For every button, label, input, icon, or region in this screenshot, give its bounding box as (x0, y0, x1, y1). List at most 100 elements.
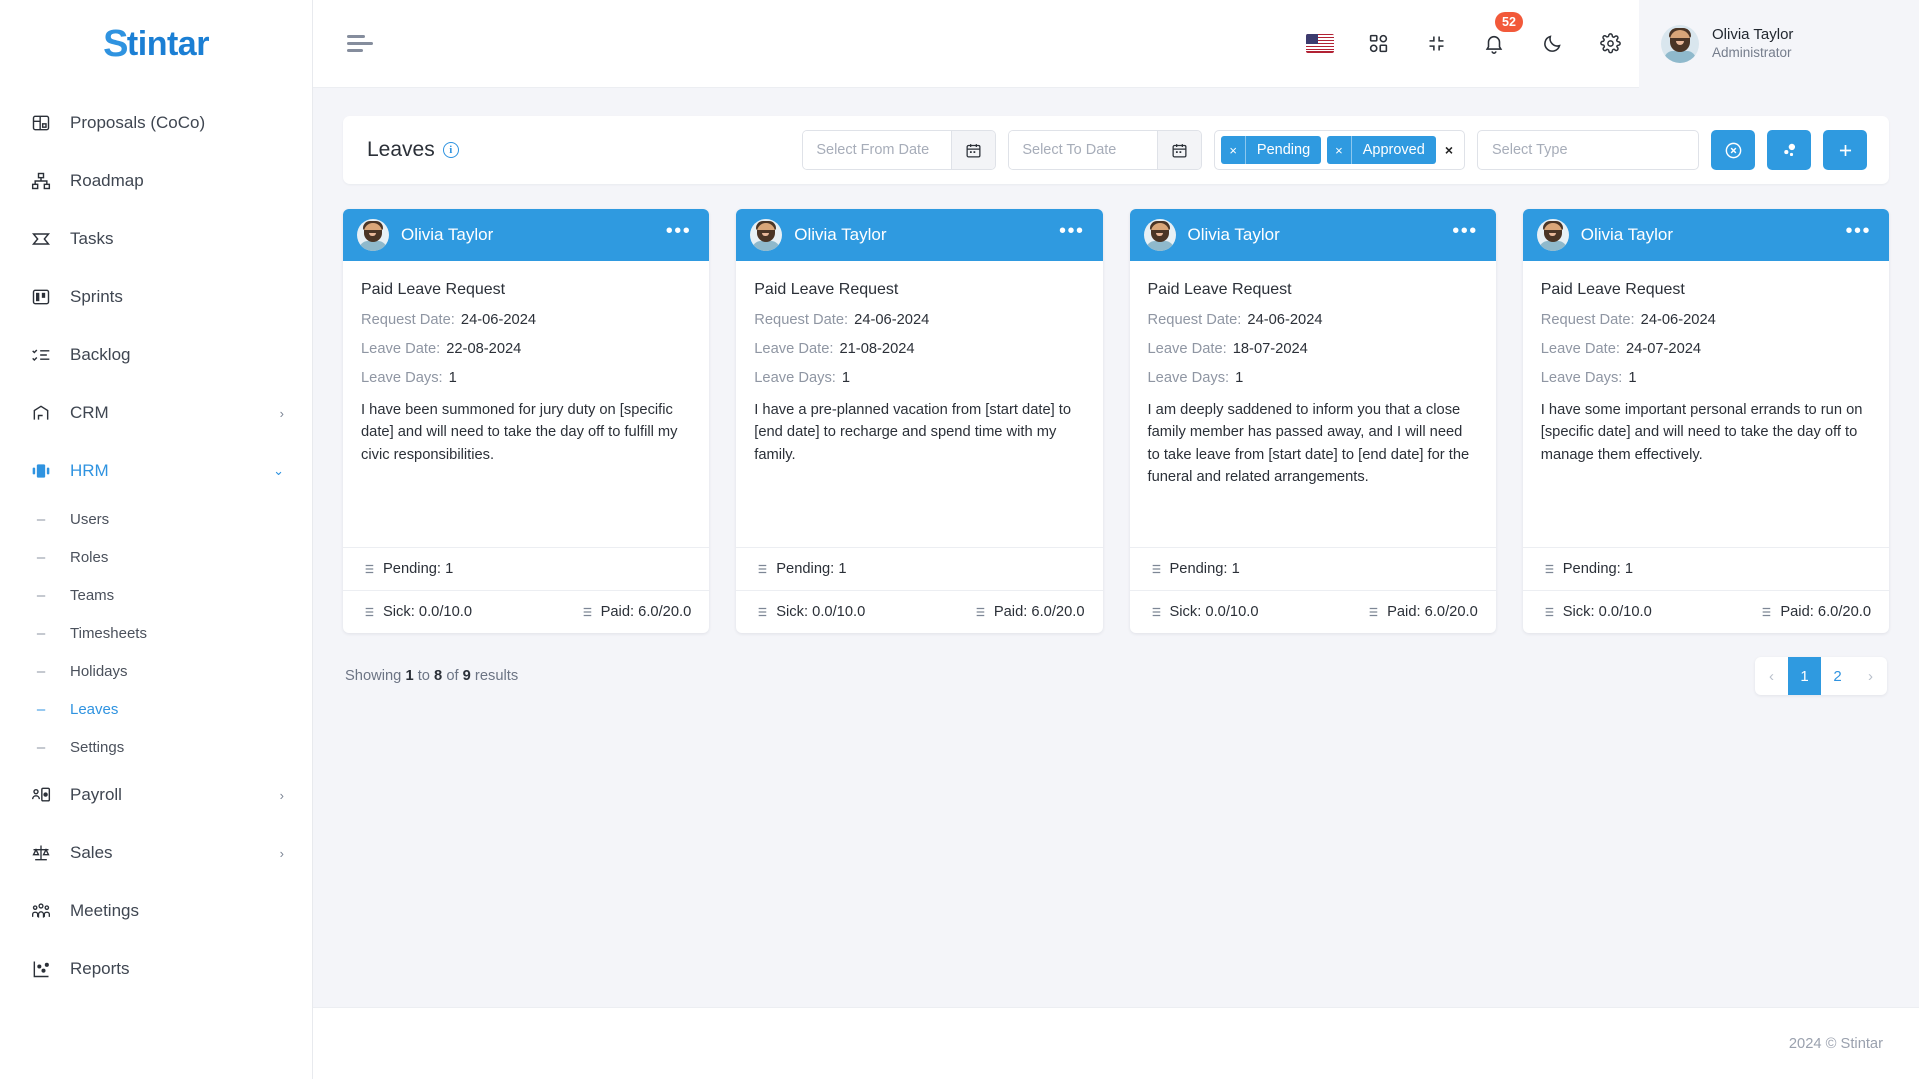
bell-icon (1485, 35, 1503, 54)
status-multiselect[interactable]: × Pending × Approved × (1214, 130, 1465, 170)
sidebar-item-holidays[interactable]: – Holidays (0, 652, 312, 690)
add-leave-button[interactable] (1823, 130, 1867, 170)
apps-grid-button[interactable] (1349, 0, 1407, 88)
sidebar-item-crm[interactable]: CRM › (0, 384, 312, 442)
chip-remove-icon[interactable]: × (1327, 136, 1352, 164)
user-profile-menu[interactable]: Olivia Taylor Administrator (1639, 0, 1919, 88)
type-input[interactable] (1492, 142, 1684, 158)
page-title: Leaves i (367, 138, 459, 162)
sidebar-item-roadmap[interactable]: Roadmap (0, 152, 312, 210)
chip-remove-icon[interactable]: × (1221, 136, 1246, 164)
leave-days-value: 1 (448, 370, 457, 386)
leave-card-menu-button[interactable]: ••• (1452, 221, 1478, 244)
sidebar-subitem-label: Settings (70, 738, 125, 756)
chevron-right-icon: › (279, 787, 284, 803)
to-date-calendar-button[interactable] (1157, 131, 1202, 169)
gear-icon (1599, 33, 1621, 54)
sidebar-item-backlog[interactable]: Backlog (0, 326, 312, 384)
sidebar-item-proposals[interactable]: Proposals (CoCo) (0, 94, 312, 152)
plus-icon (1839, 144, 1851, 156)
from-date-field[interactable] (802, 130, 997, 170)
dark-mode-toggle[interactable] (1523, 0, 1581, 88)
status-chip-pending[interactable]: × Pending (1221, 136, 1322, 164)
results-summary: Showing 1 to 8 of 9 results (345, 668, 518, 684)
next-page-button[interactable]: › (1854, 657, 1887, 695)
sidebar-item-timesheets[interactable]: – Timesheets (0, 614, 312, 652)
leave-card-menu-button[interactable]: ••• (1845, 221, 1871, 244)
topbar: 52 Olivia Taylor Administrator (313, 0, 1919, 88)
fullscreen-exit-icon (1429, 36, 1443, 51)
leave-card-user: Olivia Taylor (401, 225, 494, 244)
moon-icon (1543, 35, 1561, 52)
clear-all-icon[interactable]: × (1442, 142, 1456, 158)
sidebar-item-sales[interactable]: Sales › (0, 824, 312, 882)
leave-card-user: Olivia Taylor (1580, 225, 1674, 244)
leave-days-label: Leave Days: (1147, 370, 1230, 386)
leave-card-menu-button[interactable]: ••• (1059, 221, 1085, 244)
reset-filter-button[interactable] (1711, 130, 1755, 170)
to-date-input[interactable] (1009, 131, 1158, 169)
sidebar-item-hrm[interactable]: HRM ⌄ (0, 442, 312, 500)
status-chip-approved[interactable]: × Approved (1327, 136, 1436, 164)
pending-text: Pending: 1 (1562, 561, 1633, 577)
info-icon[interactable]: i (442, 142, 459, 158)
leave-days-label: Leave Days: (1540, 370, 1623, 386)
leave-date-label: Leave Date: (1147, 341, 1227, 357)
leave-card-menu-button[interactable]: ••• (666, 221, 692, 244)
sidebar-item-tasks[interactable]: Tasks (0, 210, 312, 268)
sick-text: Sick: 0.0/10.0 (1169, 604, 1259, 620)
sidebar-item-label: Reports (70, 959, 130, 978)
sidebar-item-reports[interactable]: Reports (0, 940, 312, 998)
sidebar-item-payroll[interactable]: Payroll › (0, 766, 312, 824)
sidebar-subitem-label: Holidays (70, 662, 128, 680)
from-date-calendar-button[interactable] (951, 131, 996, 169)
page-button-1[interactable]: 1 (1788, 657, 1821, 695)
showing-prefix: Showing (345, 668, 402, 684)
leave-card-user: Olivia Taylor (1187, 225, 1280, 244)
language-selector[interactable] (1291, 0, 1349, 88)
leave-reason: I am deeply saddened to inform you that … (1147, 402, 1470, 486)
pending-stat: Pending: 1 (754, 561, 846, 577)
sidebar-item-leaves[interactable]: – Leaves (0, 690, 312, 728)
leave-card-header: Olivia Taylor ••• (343, 209, 710, 261)
sidebar-item-roles[interactable]: – Roles (0, 538, 312, 576)
proposals-icon (30, 112, 52, 134)
footer: 2024 © Stintar (313, 1007, 1919, 1079)
settings-button[interactable] (1581, 0, 1639, 88)
menu-toggle-button[interactable] (347, 31, 373, 56)
paid-text: Paid: 6.0/20.0 (1780, 604, 1871, 620)
sick-text: Sick: 0.0/10.0 (776, 604, 866, 620)
fullscreen-toggle-button[interactable] (1407, 0, 1465, 88)
avatar (1661, 24, 1699, 63)
from-date-input[interactable] (803, 131, 952, 169)
sidebar-item-teams[interactable]: – Teams (0, 576, 312, 614)
to-date-field[interactable] (1008, 130, 1203, 170)
leave-card[interactable]: Olivia Taylor ••• Paid Leave Request Req… (736, 209, 1103, 633)
list-icon (972, 605, 986, 619)
balance-row: Sick: 0.0/10.0 Paid: 6.0/20.0 (736, 590, 1103, 633)
sidebar-item-settings[interactable]: – Settings (0, 728, 312, 766)
prev-page-button[interactable]: ‹ (1755, 657, 1788, 695)
sidebar-item-users[interactable]: – Users (0, 500, 312, 538)
paid-stat: Paid: 6.0/20.0 (1365, 604, 1478, 620)
type-select-field[interactable] (1477, 130, 1699, 170)
footer-copyright: 2024 © Stintar (1788, 1035, 1883, 1052)
leave-card[interactable]: Olivia Taylor ••• Paid Leave Request Req… (343, 209, 710, 633)
pagination-row: Showing 1 to 8 of 9 results ‹ 1 2 › (343, 657, 1889, 695)
sidebar-item-meetings[interactable]: Meetings (0, 882, 312, 940)
sidebar-item-label: CRM (70, 403, 109, 422)
showing-total: 9 (462, 668, 471, 684)
sidebar-item-sprints[interactable]: Sprints (0, 268, 312, 326)
leave-type: Paid Leave Request (361, 281, 506, 298)
leave-days-value: 1 (841, 370, 851, 386)
notifications-button[interactable]: 52 (1465, 0, 1523, 88)
leave-card[interactable]: Olivia Taylor ••• Paid Leave Request Req… (1522, 209, 1889, 633)
paid-text: Paid: 6.0/20.0 (600, 604, 692, 620)
page-button-2[interactable]: 2 (1821, 657, 1854, 695)
dash-icon: – (36, 700, 46, 718)
brand-logo[interactable]: Stintar (0, 0, 312, 88)
leave-card[interactable]: Olivia Taylor ••• Paid Leave Request Req… (1129, 209, 1496, 633)
group-filter-button[interactable] (1767, 130, 1811, 170)
circle-x-icon (1725, 142, 1741, 158)
sidebar-item-label: Meetings (70, 901, 139, 920)
